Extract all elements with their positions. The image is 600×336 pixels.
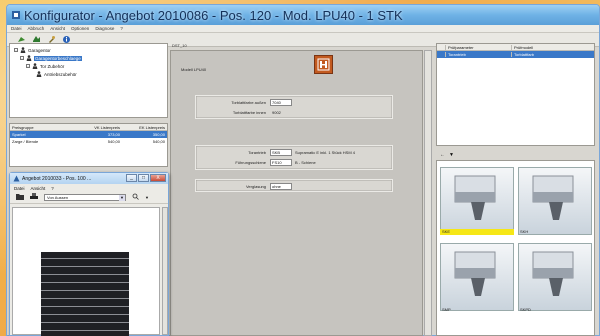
- gallery-item-skpd[interactable]: [518, 243, 592, 311]
- chevron-down-icon[interactable]: ▼: [119, 195, 125, 201]
- window-titlebar[interactable]: Konfigurator - Angebot 2010086 - Pos. 12…: [7, 5, 599, 25]
- gallery-caption: SMP: [442, 307, 451, 312]
- menu-help[interactable]: ?: [51, 186, 54, 191]
- garage-door-image: [41, 252, 129, 336]
- view-select[interactable]: Von Aussen ▼: [44, 194, 126, 201]
- menu-diagnose[interactable]: Diagnose: [95, 26, 114, 31]
- column-header[interactable]: VK Listenpreis: [76, 125, 122, 130]
- field-label: Torantrieb: [248, 150, 266, 155]
- gallery-item-ske[interactable]: [440, 167, 514, 235]
- torantrieb-note: Supramatic E inkl. 1 Stück HSM 4: [295, 150, 356, 155]
- door-opener-icon: [532, 175, 574, 220]
- table-row[interactable]: Zarge / Blende 540,00 540,00: [10, 138, 167, 145]
- column-header[interactable]: EK Listenpreis: [122, 125, 167, 130]
- table-header: Preisgruppe VK Listenpreis EK Listenprei…: [10, 124, 167, 131]
- field-label: Verglasung: [245, 184, 266, 189]
- center-header: DST_10: [172, 43, 187, 48]
- hormann-logo: [314, 55, 333, 74]
- fuehrungsschiene-note: B - Schiene: [295, 160, 316, 165]
- vertical-scrollbar[interactable]: [424, 50, 432, 336]
- window-title: Konfigurator - Angebot 2010086 - Pos. 12…: [24, 7, 403, 23]
- parameter-table: Prüfparameter Prüfmodell Torantrieb Torb…: [436, 43, 595, 146]
- window-controls: _ □ X: [126, 174, 166, 182]
- glazing-group: Verglasung ohne: [195, 179, 393, 192]
- gallery-caption: SKPD: [520, 307, 531, 312]
- gallery-nav: ← ▼: [436, 150, 595, 159]
- preview-toolbar: Von Aussen ▼ ▼: [10, 192, 168, 204]
- menu-ansicht[interactable]: Ansicht: [31, 186, 46, 191]
- dropdown-arrow-icon[interactable]: ▼: [449, 152, 454, 158]
- menu-bar: Datei Abbruch Ansicht Optionen Diagnose …: [7, 25, 599, 33]
- close-button[interactable]: X: [150, 174, 166, 182]
- back-arrow-icon[interactable]: ←: [440, 152, 445, 158]
- column-header[interactable]: Preisgruppe: [10, 125, 76, 130]
- preview-menu: Datei Ansicht ?: [10, 184, 168, 192]
- door-opener-icon: [532, 251, 574, 296]
- field-label: Torblattfarbe innen: [232, 110, 266, 115]
- person-icon: [26, 55, 32, 61]
- table-header: Prüfparameter Prüfmodell: [437, 44, 594, 51]
- tree-item-tor-zubehoer[interactable]: - Tor Zubehör: [26, 63, 64, 69]
- configuration-form: Modell LPU40 Torblattfarbe außen 7040 To…: [170, 50, 423, 336]
- app-icon: [13, 175, 20, 182]
- column-header[interactable]: Prüfparameter: [445, 44, 511, 50]
- vertical-scrollbar[interactable]: [162, 207, 168, 335]
- person-icon: [36, 71, 42, 77]
- torantrieb-input[interactable]: SKB: [270, 149, 292, 156]
- person-icon: [32, 63, 38, 69]
- chevron-down-icon[interactable]: ▼: [145, 195, 149, 200]
- farbe-innen-value: 9002: [272, 110, 281, 115]
- door-opener-icon: [454, 251, 496, 296]
- gallery-item-smp[interactable]: [440, 243, 514, 311]
- field-label: Torblattfarbe außen: [231, 100, 266, 105]
- collapse-icon[interactable]: -: [20, 56, 24, 60]
- table-row[interactable]: Sparkel 373,00 350,00: [10, 131, 167, 138]
- field-label: Führungsschiene: [235, 160, 266, 165]
- product-tree: - Garagentor - Garagentorbeschlaege - To…: [9, 43, 168, 118]
- color-group: Torblattfarbe außen 7040 Torblattfarbe i…: [195, 95, 393, 119]
- menu-optionen[interactable]: Optionen: [71, 26, 89, 31]
- drive-group: Torantrieb SKB Supramatic E inkl. 1 Stüc…: [195, 145, 393, 170]
- folder-icon[interactable]: [16, 193, 24, 202]
- preview-title: Angebot 2010033 - Pos. 100 ...: [22, 175, 92, 182]
- menu-help[interactable]: ?: [120, 26, 123, 31]
- preview-window: Angebot 2010033 - Pos. 100 ... _ □ X Dat…: [9, 172, 169, 336]
- print-icon[interactable]: [30, 193, 38, 202]
- tree-item-garagentor[interactable]: - Garagentor: [14, 47, 51, 53]
- door-opener-icon: [454, 175, 496, 220]
- search-icon[interactable]: [132, 193, 139, 202]
- menu-datei[interactable]: Datei: [14, 186, 25, 191]
- person-icon: [20, 47, 26, 53]
- tree-item-beschlaege[interactable]: - Garagentorbeschlaege: [20, 55, 82, 61]
- verglasung-input[interactable]: ohne: [270, 183, 292, 190]
- minimize-button[interactable]: _: [126, 174, 137, 182]
- menu-ansicht[interactable]: Ansicht: [50, 26, 65, 31]
- gallery-caption: SKH: [520, 229, 529, 234]
- collapse-icon[interactable]: -: [26, 64, 30, 68]
- farbe-aussen-input[interactable]: 7040: [270, 99, 292, 106]
- menu-datei[interactable]: Datei: [11, 26, 22, 31]
- gallery-caption: SKE: [440, 229, 514, 235]
- table-row[interactable]: Torantrieb Torblattfarb: [437, 51, 594, 58]
- tree-item-antriebszubehoer[interactable]: Antriebszubehör: [36, 71, 77, 77]
- column-header[interactable]: Prüfmodell: [511, 44, 591, 50]
- maximize-button[interactable]: □: [138, 174, 149, 182]
- gallery-item-skh[interactable]: [518, 167, 592, 235]
- menu-abbruch[interactable]: Abbruch: [28, 26, 45, 31]
- model-label: Modell LPU40: [181, 67, 207, 72]
- fuehrungsschiene-input[interactable]: FS10: [270, 159, 292, 166]
- product-gallery: SKE SKH SMP SKPD: [436, 160, 595, 336]
- price-table: Preisgruppe VK Listenpreis EK Listenprei…: [9, 123, 168, 167]
- app-icon: [12, 11, 20, 19]
- door-preview: [12, 207, 160, 336]
- collapse-icon[interactable]: -: [14, 48, 18, 52]
